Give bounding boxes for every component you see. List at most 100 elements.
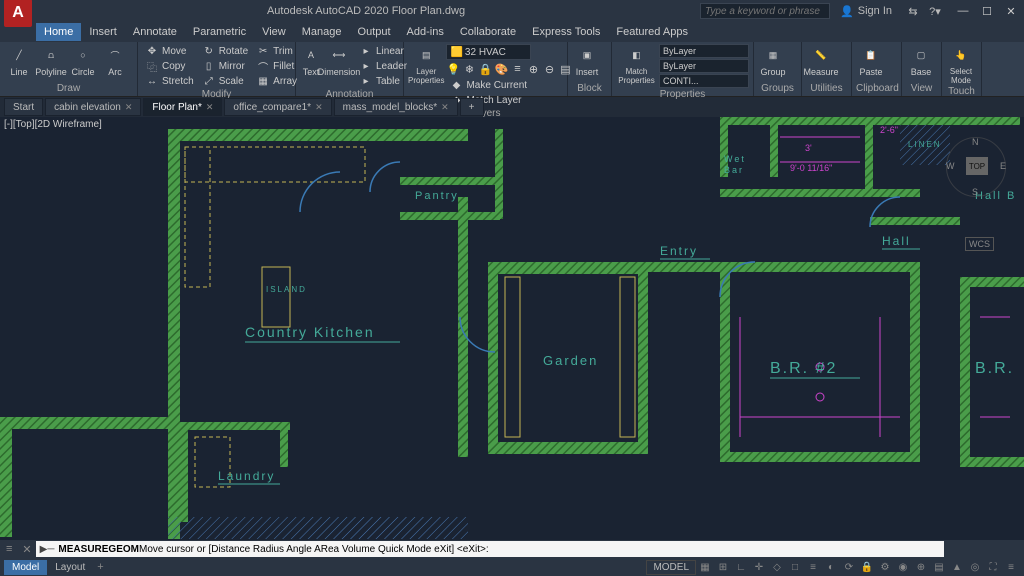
close-tab-icon[interactable]: ✕ [125, 102, 133, 113]
annoscale-icon[interactable]: 🔒 [858, 559, 876, 575]
stretch-tool[interactable]: ↔Stretch [142, 74, 197, 88]
menu-featured-apps[interactable]: Featured Apps [608, 23, 696, 41]
model-button[interactable]: MODEL [646, 560, 696, 575]
linear-tool[interactable]: ▸Linear [356, 44, 410, 58]
menu-parametric[interactable]: Parametric [185, 23, 254, 41]
exchange-icon[interactable]: ⇆ [905, 3, 921, 19]
units-icon[interactable]: ⊕ [912, 559, 930, 575]
menu-collaborate[interactable]: Collaborate [452, 23, 524, 41]
app-logo[interactable]: A [4, 0, 32, 27]
drawing-viewport[interactable]: [-][Top][2D Wireframe] [0, 117, 1024, 540]
label-linen: LINEN [908, 140, 942, 149]
group-tool[interactable]: ▦Group [758, 44, 788, 77]
close-tab-icon[interactable]: ✕ [441, 102, 449, 113]
viewcube[interactable]: TOP N S E W [946, 137, 1006, 197]
viewcube-top[interactable]: TOP [966, 157, 988, 175]
grid-icon[interactable]: ▦ [696, 559, 714, 575]
layer-state-icon[interactable]: ⊖ [542, 62, 556, 76]
property-dropdown[interactable]: ByLayer [659, 44, 749, 58]
isolate-icon[interactable]: ◎ [966, 559, 984, 575]
command-input[interactable]: ▶─ MEASUREGEOM Move cursor or [Distance … [36, 541, 944, 557]
workspace-icon[interactable]: ⚙ [876, 559, 894, 575]
polar-icon[interactable]: ✛ [750, 559, 768, 575]
close-tab-icon[interactable]: ✕ [315, 102, 323, 113]
customize-icon[interactable]: ≡ [1002, 559, 1020, 575]
rotate-tool[interactable]: ↻Rotate [199, 44, 251, 58]
layer-state-icon[interactable]: ⊕ [526, 62, 540, 76]
label-laundry: Laundry [218, 469, 275, 483]
close-tab-icon[interactable]: ✕ [206, 102, 214, 113]
file-tab[interactable]: cabin elevation✕ [45, 98, 141, 116]
add-layout-icon[interactable]: + [93, 561, 107, 573]
transparency-icon[interactable]: ◐ [822, 559, 840, 575]
minimize-button[interactable]: — [954, 5, 972, 18]
maximize-button[interactable]: ☐ [978, 5, 996, 18]
menu-express-tools[interactable]: Express Tools [524, 23, 608, 41]
file-tab[interactable]: office_compare1*✕ [224, 98, 331, 116]
annomon-icon[interactable]: ◉ [894, 559, 912, 575]
mirror-tool[interactable]: ▯Mirror [199, 59, 251, 73]
paste-tool[interactable]: 📋Paste [856, 44, 886, 77]
layer-state-icon[interactable]: 🎨 [494, 62, 508, 76]
menu-home[interactable]: Home [36, 23, 81, 41]
file-tab[interactable]: Floor Plan*✕ [143, 98, 222, 116]
layer-properties-tool[interactable]: ▤Layer Properties [408, 44, 444, 85]
layer-state-icon[interactable]: 🔒 [478, 62, 492, 76]
layer-dropdown[interactable]: 🟨32 HVAC [446, 44, 531, 60]
model-tab[interactable]: Model [4, 560, 47, 575]
property-dropdown[interactable]: ByLayer [659, 59, 749, 73]
new-tab-button[interactable]: + [460, 98, 484, 116]
close-button[interactable]: ✕ [1002, 5, 1020, 18]
isodraft-icon[interactable]: ◇ [768, 559, 786, 575]
cycling-icon[interactable]: ⟳ [840, 559, 858, 575]
help-icon[interactable]: ?▾ [927, 3, 943, 19]
leader-tool[interactable]: ▸Leader [356, 59, 410, 73]
trim-tool[interactable]: ✂Trim [253, 44, 300, 58]
arc-tool[interactable]: ⌒Arc [100, 44, 130, 77]
move-tool[interactable]: ✥Move [142, 44, 197, 58]
label-garden: Garden [543, 353, 598, 368]
polyline-tool[interactable]: ⩍Polyline [36, 44, 66, 77]
snap-icon[interactable]: ⊞ [714, 559, 732, 575]
fillet-tool[interactable]: ⌒Fillet [253, 59, 300, 73]
menu-add-ins[interactable]: Add-ins [399, 23, 452, 41]
make-current-tool[interactable]: ◆Make Current [446, 78, 572, 92]
match-properties-tool[interactable]: ◧Match Properties [616, 44, 657, 85]
insert-tool[interactable]: ▣Insert [572, 44, 602, 77]
file-tab[interactable]: mass_model_blocks*✕ [334, 98, 458, 116]
scale-tool[interactable]: ⤢Scale [199, 74, 251, 88]
hardware-icon[interactable]: ▲ [948, 559, 966, 575]
command-history-icon[interactable]: ≡ [6, 543, 12, 555]
window-title: Autodesk AutoCAD 2020 Floor Plan.dwg [32, 5, 700, 17]
signin-button[interactable]: 👤 Sign In [840, 5, 892, 18]
table-tool[interactable]: ▸Table [356, 74, 410, 88]
search-input[interactable] [700, 3, 830, 19]
layer-state-icon[interactable]: ≡ [510, 62, 524, 76]
quickprop-icon[interactable]: ▤ [930, 559, 948, 575]
command-line[interactable]: ≡ ✕ ▶─ MEASUREGEOM Move cursor or [Dista… [0, 540, 1024, 558]
wcs-indicator[interactable]: WCS [965, 237, 994, 251]
layout-tab[interactable]: Layout [47, 560, 93, 575]
line-tool[interactable]: ╱Line [4, 44, 34, 77]
osnap-icon[interactable]: □ [786, 559, 804, 575]
measure-tool[interactable]: 📏Measure [806, 44, 836, 77]
circle-tool[interactable]: ○Circle [68, 44, 98, 77]
dimension-tool[interactable]: ⟷Dimension [324, 44, 354, 77]
menu-view[interactable]: View [254, 23, 294, 41]
ortho-icon[interactable]: ∟ [732, 559, 750, 575]
menu-insert[interactable]: Insert [81, 23, 125, 41]
property-dropdown[interactable]: CONTI... [659, 74, 749, 88]
layer-state-icon[interactable]: ❄ [462, 62, 476, 76]
file-tab[interactable]: Start [4, 98, 43, 116]
command-close-icon[interactable]: ✕ [22, 543, 31, 556]
copy-tool[interactable]: ⿻Copy [142, 59, 197, 73]
layer-state-icon[interactable]: 💡 [446, 62, 460, 76]
lineweight-icon[interactable]: ≡ [804, 559, 822, 575]
select-mode-tool[interactable]: 👆Select Mode [946, 44, 976, 85]
cleanscreen-icon[interactable]: ⛶ [984, 559, 1002, 575]
base-view-tool[interactable]: ▢Base [906, 44, 936, 77]
menu-output[interactable]: Output [350, 23, 399, 41]
menu-manage[interactable]: Manage [294, 23, 350, 41]
array-tool[interactable]: ▦Array [253, 74, 300, 88]
menu-annotate[interactable]: Annotate [125, 23, 185, 41]
